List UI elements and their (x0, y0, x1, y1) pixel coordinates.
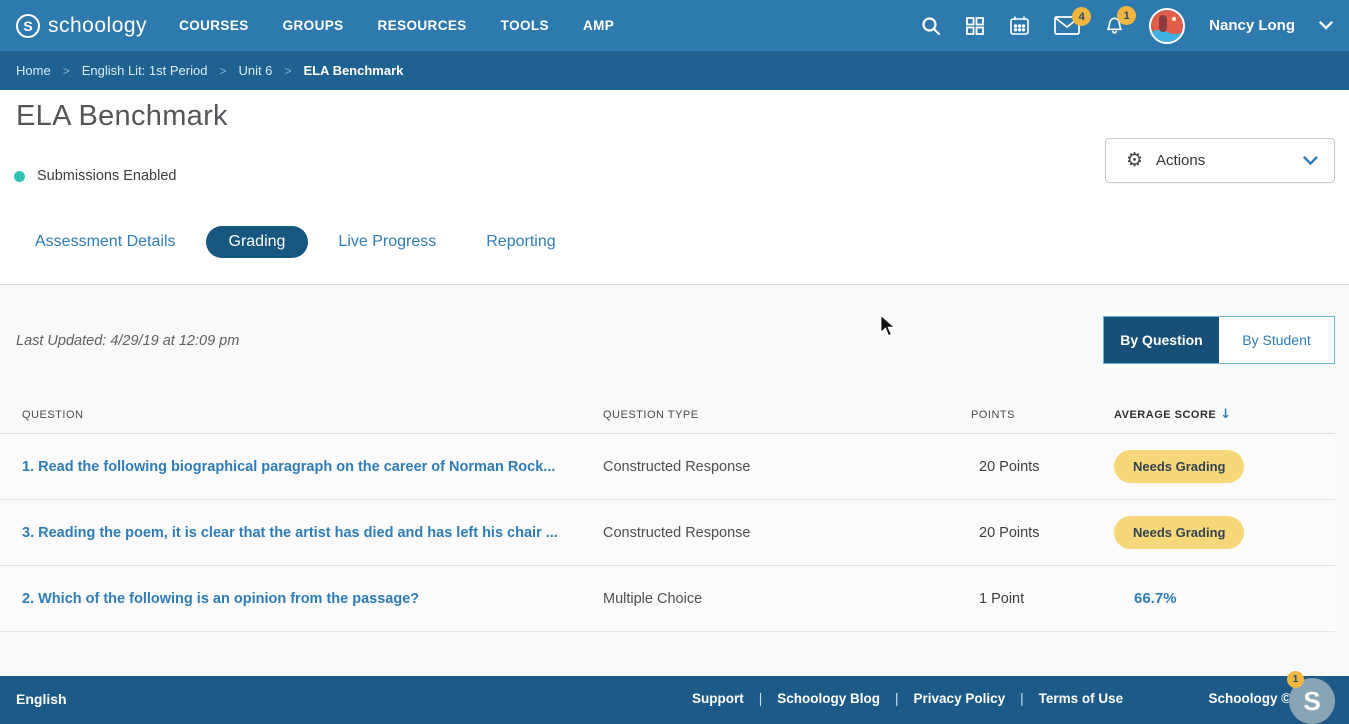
actions-chevron-down-icon (1303, 156, 1318, 166)
footer-link-separator: | (759, 691, 763, 706)
breadcrumb-current: ELA Benchmark (303, 63, 403, 78)
breadcrumb-separator: > (219, 64, 226, 78)
actions-button[interactable]: ⚙ Actions (1105, 138, 1335, 183)
submissions-status: Submissions Enabled (14, 168, 176, 184)
toggle-by-question[interactable]: By Question (1104, 317, 1219, 363)
nav-utilities: 4 1 Nancy Long (921, 8, 1333, 44)
footer: English Support | Schoology Blog | Priva… (0, 676, 1349, 724)
schoology-logo[interactable]: S schoology (16, 14, 147, 38)
nav-item-tools[interactable]: TOOLS (501, 18, 549, 33)
table-row: 1. Read the following biographical parag… (0, 434, 1335, 500)
breadcrumb-unit[interactable]: Unit 6 (238, 63, 272, 78)
actions-label: Actions (1156, 152, 1205, 169)
search-icon[interactable] (921, 16, 941, 36)
footer-link-privacy[interactable]: Privacy Policy (914, 691, 1006, 706)
footer-link-separator: | (1020, 691, 1024, 706)
average-score-value: 66.7% (1114, 590, 1335, 607)
column-header-question-type[interactable]: QUESTION TYPE (603, 409, 971, 421)
question-link[interactable]: 3. Reading the poem, it is clear that th… (22, 525, 603, 541)
status-dot-icon (14, 171, 25, 182)
messages-count-badge: 4 (1072, 7, 1091, 26)
question-link[interactable]: 2. Which of the following is an opinion … (22, 591, 603, 607)
needs-grading-badge[interactable]: Needs Grading (1114, 516, 1244, 549)
notifications-count-badge: 1 (1117, 6, 1136, 25)
nav-item-groups[interactable]: GROUPS (283, 18, 344, 33)
page-title: ELA Benchmark (16, 100, 228, 133)
points-cell: 20 Points (971, 459, 1114, 475)
question-type-cell: Multiple Choice (603, 591, 971, 607)
questions-table: QUESTION QUESTION TYPE POINTS AVERAGE SC… (0, 396, 1335, 632)
sort-descending-icon: ↓ (1220, 407, 1231, 422)
column-header-average-score[interactable]: AVERAGE SCORE ↓ (1114, 407, 1335, 422)
view-toggle: By Question By Student (1103, 316, 1335, 364)
notifications-bell-icon[interactable]: 1 (1104, 15, 1125, 36)
question-link[interactable]: 1. Read the following biographical parag… (22, 459, 603, 475)
apps-grid-icon[interactable] (965, 16, 985, 36)
footer-link-blog[interactable]: Schoology Blog (777, 691, 880, 706)
chat-unread-badge: 1 (1287, 671, 1304, 688)
breadcrumb-home[interactable]: Home (16, 63, 51, 78)
tab-live-progress[interactable]: Live Progress (338, 233, 436, 251)
nav-item-amp[interactable]: AMP (583, 18, 614, 33)
question-type-cell: Constructed Response (603, 525, 971, 541)
top-nav: S schoology COURSES GROUPS RESOURCES TOO… (0, 0, 1349, 51)
nav-item-resources[interactable]: RESOURCES (378, 18, 467, 33)
schoology-logo-icon: S (16, 14, 40, 38)
table-row: 2. Which of the following is an opinion … (0, 566, 1335, 632)
account-chevron-down-icon[interactable] (1319, 21, 1333, 30)
footer-link-terms[interactable]: Terms of Use (1039, 691, 1124, 706)
grading-panel: Last Updated: 4/29/19 at 12:09 pm By Que… (0, 284, 1349, 676)
question-type-cell: Constructed Response (603, 459, 971, 475)
column-header-question[interactable]: QUESTION (22, 409, 603, 421)
breadcrumb-separator: > (284, 64, 291, 78)
points-cell: 20 Points (971, 525, 1114, 541)
tab-grading[interactable]: Grading (206, 226, 309, 258)
footer-links: Support | Schoology Blog | Privacy Polic… (692, 691, 1123, 706)
language-selector[interactable]: English (16, 691, 67, 707)
footer-link-separator: | (895, 691, 899, 706)
toggle-by-student[interactable]: By Student (1219, 317, 1334, 363)
messages-icon[interactable]: 4 (1054, 16, 1080, 35)
chat-widget-letter: S (1303, 686, 1320, 717)
last-updated-text: Last Updated: 4/29/19 at 12:09 pm (16, 333, 239, 349)
breadcrumb: Home > English Lit: 1st Period > Unit 6 … (0, 51, 1349, 90)
assessment-tabs: Assessment Details Grading Live Progress… (35, 225, 556, 259)
breadcrumb-separator: > (63, 64, 70, 78)
table-row: 3. Reading the poem, it is clear that th… (0, 500, 1335, 566)
nav-item-courses[interactable]: COURSES (179, 18, 249, 33)
user-avatar[interactable] (1149, 8, 1185, 44)
table-header-row: QUESTION QUESTION TYPE POINTS AVERAGE SC… (0, 396, 1335, 434)
gear-icon: ⚙ (1126, 151, 1143, 170)
chat-widget-button[interactable]: S 1 (1289, 678, 1335, 724)
tab-assessment-details[interactable]: Assessment Details (35, 233, 176, 251)
status-label: Submissions Enabled (37, 168, 176, 184)
column-header-points[interactable]: POINTS (971, 409, 1114, 421)
breadcrumb-course[interactable]: English Lit: 1st Period (82, 63, 208, 78)
schoology-logo-text: schoology (48, 14, 147, 38)
footer-link-support[interactable]: Support (692, 691, 744, 706)
main-menu: COURSES GROUPS RESOURCES TOOLS AMP (179, 18, 614, 33)
calendar-icon[interactable] (1009, 15, 1030, 36)
user-name[interactable]: Nancy Long (1209, 17, 1295, 34)
points-cell: 1 Point (971, 591, 1114, 607)
tab-reporting[interactable]: Reporting (486, 233, 555, 251)
needs-grading-badge[interactable]: Needs Grading (1114, 450, 1244, 483)
